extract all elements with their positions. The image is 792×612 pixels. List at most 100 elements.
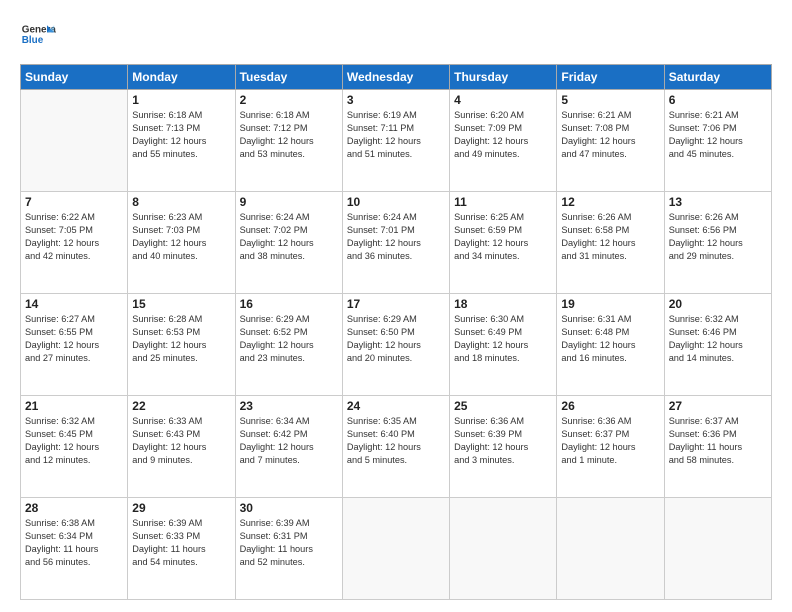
page-header: General Blue bbox=[20, 18, 772, 54]
calendar-cell bbox=[342, 498, 449, 600]
cell-info: Sunrise: 6:35 AM Sunset: 6:40 PM Dayligh… bbox=[347, 415, 445, 467]
cell-info: Sunrise: 6:34 AM Sunset: 6:42 PM Dayligh… bbox=[240, 415, 338, 467]
day-number: 19 bbox=[561, 297, 659, 311]
cell-info: Sunrise: 6:24 AM Sunset: 7:01 PM Dayligh… bbox=[347, 211, 445, 263]
calendar-cell: 17 Sunrise: 6:29 AM Sunset: 6:50 PM Dayli… bbox=[342, 294, 449, 396]
cell-info: Sunrise: 6:33 AM Sunset: 6:43 PM Dayligh… bbox=[132, 415, 230, 467]
cell-info: Sunrise: 6:38 AM Sunset: 6:34 PM Dayligh… bbox=[25, 517, 123, 569]
calendar-header-row: SundayMondayTuesdayWednesdayThursdayFrid… bbox=[21, 65, 772, 90]
calendar-cell bbox=[450, 498, 557, 600]
calendar-day-header: Thursday bbox=[450, 65, 557, 90]
calendar-cell: 18 Sunrise: 6:30 AM Sunset: 6:49 PM Dayli… bbox=[450, 294, 557, 396]
cell-info: Sunrise: 6:26 AM Sunset: 6:56 PM Dayligh… bbox=[669, 211, 767, 263]
cell-info: Sunrise: 6:22 AM Sunset: 7:05 PM Dayligh… bbox=[25, 211, 123, 263]
calendar-day-header: Sunday bbox=[21, 65, 128, 90]
cell-info: Sunrise: 6:32 AM Sunset: 6:45 PM Dayligh… bbox=[25, 415, 123, 467]
cell-info: Sunrise: 6:21 AM Sunset: 7:08 PM Dayligh… bbox=[561, 109, 659, 161]
day-number: 8 bbox=[132, 195, 230, 209]
calendar-cell bbox=[664, 498, 771, 600]
calendar-day-header: Tuesday bbox=[235, 65, 342, 90]
cell-info: Sunrise: 6:23 AM Sunset: 7:03 PM Dayligh… bbox=[132, 211, 230, 263]
cell-info: Sunrise: 6:30 AM Sunset: 6:49 PM Dayligh… bbox=[454, 313, 552, 365]
calendar-week-row: 1 Sunrise: 6:18 AM Sunset: 7:13 PM Daylig… bbox=[21, 90, 772, 192]
day-number: 1 bbox=[132, 93, 230, 107]
logo: General Blue bbox=[20, 18, 60, 54]
calendar-week-row: 28 Sunrise: 6:38 AM Sunset: 6:34 PM Dayli… bbox=[21, 498, 772, 600]
calendar-cell: 22 Sunrise: 6:33 AM Sunset: 6:43 PM Dayli… bbox=[128, 396, 235, 498]
calendar-day-header: Monday bbox=[128, 65, 235, 90]
day-number: 29 bbox=[132, 501, 230, 515]
cell-info: Sunrise: 6:27 AM Sunset: 6:55 PM Dayligh… bbox=[25, 313, 123, 365]
cell-info: Sunrise: 6:31 AM Sunset: 6:48 PM Dayligh… bbox=[561, 313, 659, 365]
calendar-cell: 25 Sunrise: 6:36 AM Sunset: 6:39 PM Dayli… bbox=[450, 396, 557, 498]
day-number: 9 bbox=[240, 195, 338, 209]
calendar-week-row: 7 Sunrise: 6:22 AM Sunset: 7:05 PM Daylig… bbox=[21, 192, 772, 294]
day-number: 25 bbox=[454, 399, 552, 413]
day-number: 12 bbox=[561, 195, 659, 209]
day-number: 20 bbox=[669, 297, 767, 311]
day-number: 13 bbox=[669, 195, 767, 209]
cell-info: Sunrise: 6:37 AM Sunset: 6:36 PM Dayligh… bbox=[669, 415, 767, 467]
calendar-cell: 11Sunrise: 6:25 AM Sunset: 6:59 PM Dayli… bbox=[450, 192, 557, 294]
calendar-cell: 12 Sunrise: 6:26 AM Sunset: 6:58 PM Dayli… bbox=[557, 192, 664, 294]
calendar-cell: 21 Sunrise: 6:32 AM Sunset: 6:45 PM Dayli… bbox=[21, 396, 128, 498]
calendar-cell bbox=[557, 498, 664, 600]
calendar-day-header: Friday bbox=[557, 65, 664, 90]
cell-info: Sunrise: 6:36 AM Sunset: 6:37 PM Dayligh… bbox=[561, 415, 659, 467]
day-number: 28 bbox=[25, 501, 123, 515]
day-number: 2 bbox=[240, 93, 338, 107]
day-number: 7 bbox=[25, 195, 123, 209]
calendar-cell: 24 Sunrise: 6:35 AM Sunset: 6:40 PM Dayli… bbox=[342, 396, 449, 498]
calendar-cell bbox=[21, 90, 128, 192]
day-number: 10 bbox=[347, 195, 445, 209]
cell-info: Sunrise: 6:28 AM Sunset: 6:53 PM Dayligh… bbox=[132, 313, 230, 365]
calendar-cell: 9 Sunrise: 6:24 AM Sunset: 7:02 PM Daylig… bbox=[235, 192, 342, 294]
day-number: 4 bbox=[454, 93, 552, 107]
logo-icon: General Blue bbox=[20, 18, 56, 54]
calendar-cell: 27Sunrise: 6:37 AM Sunset: 6:36 PM Dayli… bbox=[664, 396, 771, 498]
cell-info: Sunrise: 6:26 AM Sunset: 6:58 PM Dayligh… bbox=[561, 211, 659, 263]
day-number: 3 bbox=[347, 93, 445, 107]
calendar-cell: 28 Sunrise: 6:38 AM Sunset: 6:34 PM Dayli… bbox=[21, 498, 128, 600]
calendar-cell: 14 Sunrise: 6:27 AM Sunset: 6:55 PM Dayli… bbox=[21, 294, 128, 396]
day-number: 17 bbox=[347, 297, 445, 311]
cell-info: Sunrise: 6:18 AM Sunset: 7:12 PM Dayligh… bbox=[240, 109, 338, 161]
cell-info: Sunrise: 6:24 AM Sunset: 7:02 PM Dayligh… bbox=[240, 211, 338, 263]
day-number: 5 bbox=[561, 93, 659, 107]
calendar-cell: 29 Sunrise: 6:39 AM Sunset: 6:33 PM Dayli… bbox=[128, 498, 235, 600]
calendar-cell: 23 Sunrise: 6:34 AM Sunset: 6:42 PM Dayli… bbox=[235, 396, 342, 498]
calendar-cell: 7 Sunrise: 6:22 AM Sunset: 7:05 PM Daylig… bbox=[21, 192, 128, 294]
calendar-cell: 30 Sunrise: 6:39 AM Sunset: 6:31 PM Dayli… bbox=[235, 498, 342, 600]
calendar-cell: 13 Sunrise: 6:26 AM Sunset: 6:56 PM Dayli… bbox=[664, 192, 771, 294]
day-number: 26 bbox=[561, 399, 659, 413]
calendar-week-row: 21 Sunrise: 6:32 AM Sunset: 6:45 PM Dayli… bbox=[21, 396, 772, 498]
day-number: 15 bbox=[132, 297, 230, 311]
cell-info: Sunrise: 6:18 AM Sunset: 7:13 PM Dayligh… bbox=[132, 109, 230, 161]
calendar-cell: 16Sunrise: 6:29 AM Sunset: 6:52 PM Dayli… bbox=[235, 294, 342, 396]
calendar-cell: 3 Sunrise: 6:19 AM Sunset: 7:11 PM Daylig… bbox=[342, 90, 449, 192]
cell-info: Sunrise: 6:39 AM Sunset: 6:33 PM Dayligh… bbox=[132, 517, 230, 569]
day-number: 18 bbox=[454, 297, 552, 311]
day-number: 14 bbox=[25, 297, 123, 311]
calendar-cell: 26 Sunrise: 6:36 AM Sunset: 6:37 PM Dayli… bbox=[557, 396, 664, 498]
day-number: 23 bbox=[240, 399, 338, 413]
cell-info: Sunrise: 6:29 AM Sunset: 6:50 PM Dayligh… bbox=[347, 313, 445, 365]
svg-text:Blue: Blue bbox=[22, 35, 44, 46]
calendar-cell: 5 Sunrise: 6:21 AM Sunset: 7:08 PM Daylig… bbox=[557, 90, 664, 192]
calendar-cell: 19 Sunrise: 6:31 AM Sunset: 6:48 PM Dayli… bbox=[557, 294, 664, 396]
calendar-week-row: 14 Sunrise: 6:27 AM Sunset: 6:55 PM Dayli… bbox=[21, 294, 772, 396]
cell-info: Sunrise: 6:19 AM Sunset: 7:11 PM Dayligh… bbox=[347, 109, 445, 161]
cell-info: Sunrise: 6:25 AM Sunset: 6:59 PM Dayligh… bbox=[454, 211, 552, 263]
day-number: 21 bbox=[25, 399, 123, 413]
day-number: 22 bbox=[132, 399, 230, 413]
day-number: 30 bbox=[240, 501, 338, 515]
cell-info: Sunrise: 6:36 AM Sunset: 6:39 PM Dayligh… bbox=[454, 415, 552, 467]
calendar-day-header: Wednesday bbox=[342, 65, 449, 90]
calendar-cell: 15 Sunrise: 6:28 AM Sunset: 6:53 PM Dayli… bbox=[128, 294, 235, 396]
calendar-cell: 20Sunrise: 6:32 AM Sunset: 6:46 PM Dayli… bbox=[664, 294, 771, 396]
cell-info: Sunrise: 6:39 AM Sunset: 6:31 PM Dayligh… bbox=[240, 517, 338, 569]
cell-info: Sunrise: 6:20 AM Sunset: 7:09 PM Dayligh… bbox=[454, 109, 552, 161]
calendar-cell: 6Sunrise: 6:21 AM Sunset: 7:06 PM Daylig… bbox=[664, 90, 771, 192]
calendar-cell: 4 Sunrise: 6:20 AM Sunset: 7:09 PM Daylig… bbox=[450, 90, 557, 192]
day-number: 24 bbox=[347, 399, 445, 413]
